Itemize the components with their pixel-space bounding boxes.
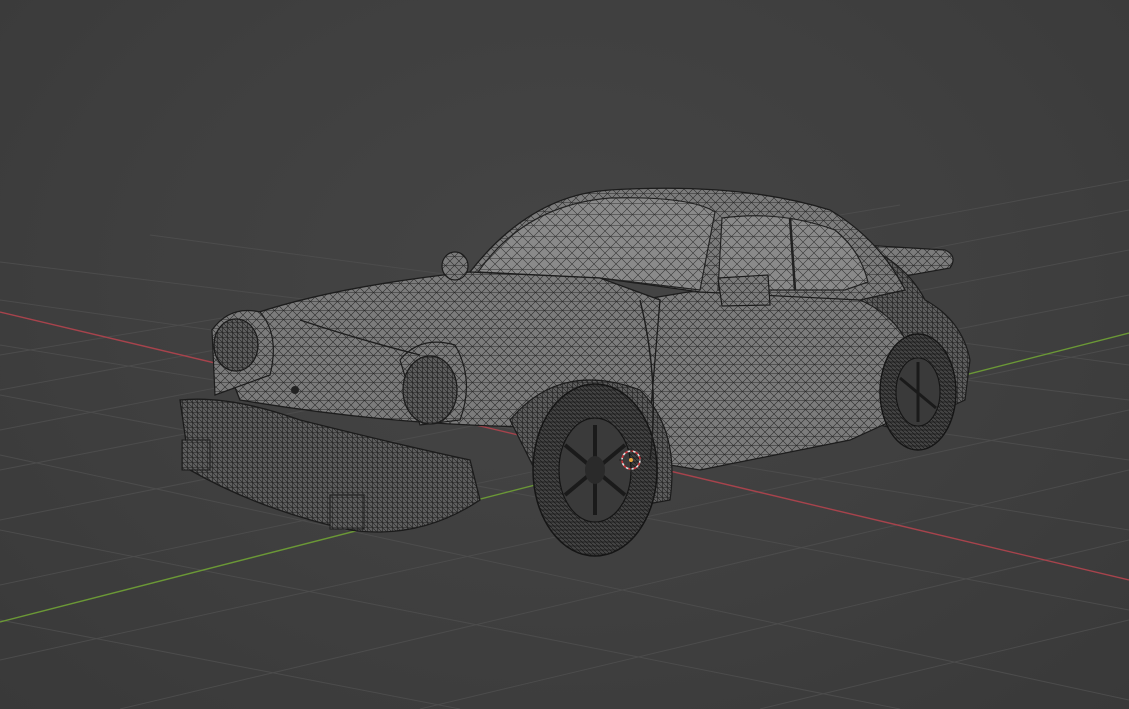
- right-headlight: [402, 355, 458, 425]
- left-headlight: [213, 318, 259, 372]
- 3d-viewport[interactable]: [0, 0, 1129, 709]
- front-wheel: [532, 383, 658, 557]
- car-wireframe-mesh[interactable]: [179, 187, 971, 557]
- rear-wheel: [879, 333, 957, 451]
